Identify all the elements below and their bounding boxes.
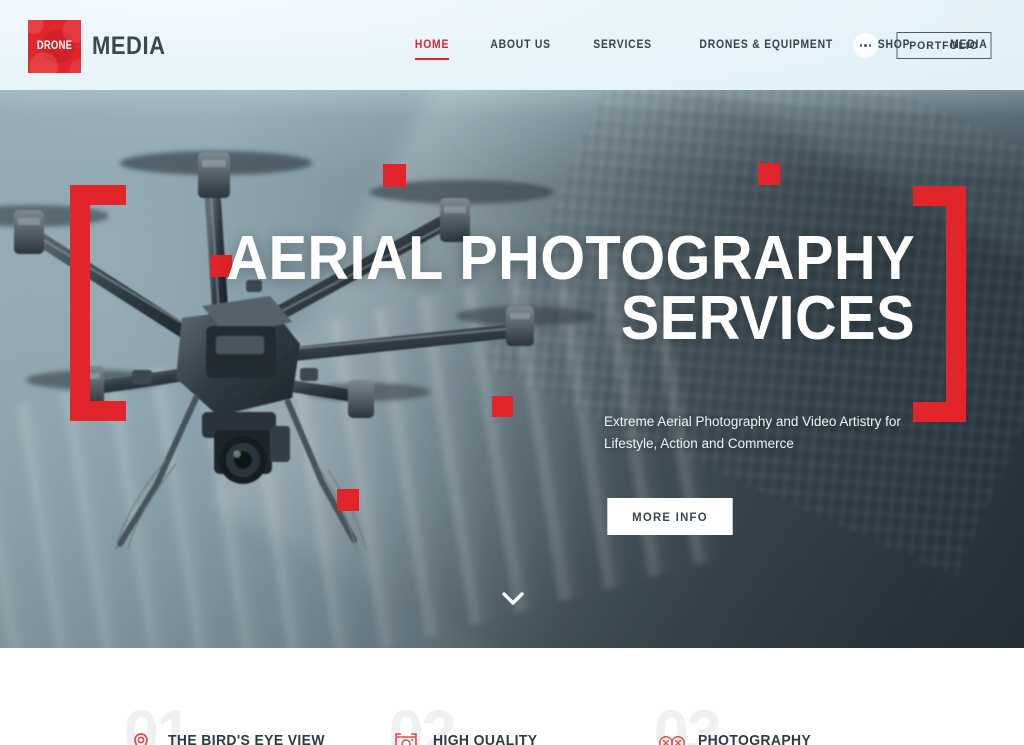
logo-wordmark: MEDIA	[92, 31, 166, 60]
ellipsis-dot	[859, 44, 863, 47]
site-logo[interactable]: DRONE MEDIA	[28, 19, 176, 73]
nav-item-services[interactable]: SERVICES	[577, 39, 668, 51]
scroll-down-button[interactable]	[498, 586, 528, 610]
nav-item-home[interactable]: HOME	[399, 39, 466, 60]
logo-badge-text: DRONE	[36, 40, 73, 52]
propeller-icon	[658, 730, 685, 745]
location-pin-icon	[128, 730, 154, 745]
portfolio-button[interactable]: PORTFOLIO	[896, 32, 992, 59]
feature-item[interactable]: 01 THE BIRD'S EYE VIEW	[110, 648, 410, 745]
feature-item[interactable]: 02 HIGH QUALITY	[375, 648, 675, 745]
decoration-bracket-left	[70, 185, 126, 421]
camera-icon	[393, 730, 419, 745]
feature-title: THE BIRD'S EYE VIEW	[168, 732, 325, 745]
ellipsis-dot	[864, 44, 867, 47]
more-info-button[interactable]: MORE INFO	[607, 498, 733, 535]
chevron-down-icon	[502, 591, 524, 605]
decoration-square-1	[383, 164, 406, 187]
decoration-bracket-right	[913, 186, 966, 422]
ellipsis-icon[interactable]	[853, 33, 878, 58]
hero-section	[0, 0, 1024, 648]
ellipsis-dot	[868, 44, 872, 47]
nav-item-drones-equipment[interactable]: DRONES & EQUIPMENT	[683, 39, 849, 51]
features-section: 01 THE BIRD'S EYE VIEW 02 HIGH QUALITY 0…	[0, 648, 1024, 745]
decoration-square-3	[758, 163, 780, 185]
feature-item[interactable]: 03 PHOTOGRAPHY	[640, 648, 940, 745]
decoration-square-5	[337, 489, 359, 511]
decoration-square-4	[492, 396, 513, 417]
feature-title: HIGH QUALITY	[433, 732, 538, 745]
nav-item-about-us[interactable]: ABOUT US	[474, 39, 567, 51]
site-header: DRONE MEDIA HOME ABOUT US SERVICES DRONE…	[0, 0, 1024, 90]
feature-title: PHOTOGRAPHY	[698, 732, 812, 745]
logo-badge: DRONE	[28, 19, 81, 73]
page-root: AERIAL PHOTOGRAPHY SERVICES Extreme Aeri…	[0, 0, 1024, 745]
decoration-square-2	[210, 255, 232, 277]
